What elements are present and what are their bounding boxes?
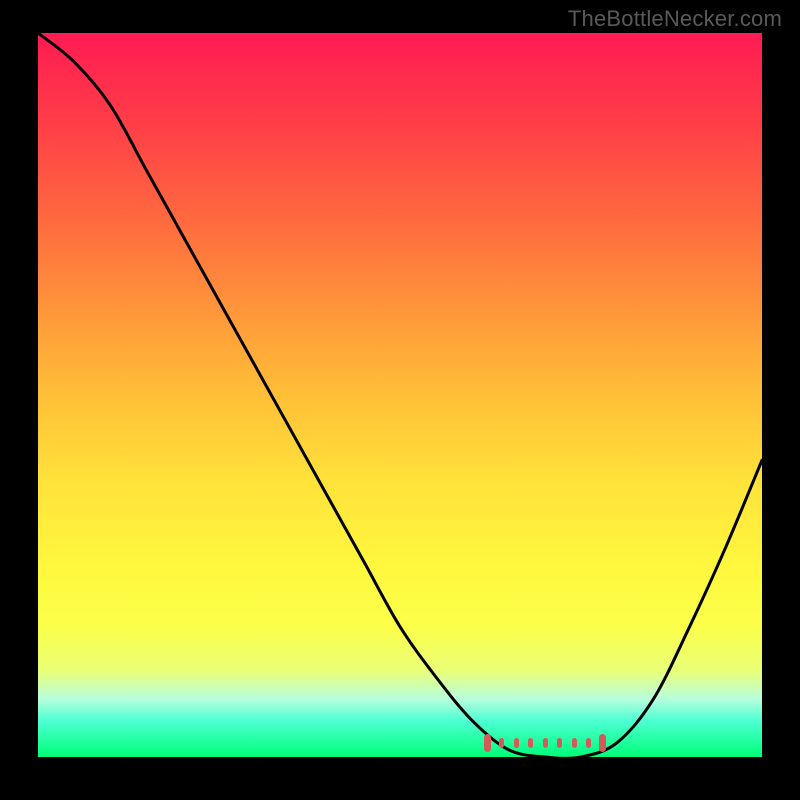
marker-tick (557, 738, 562, 748)
marker-edge (484, 734, 491, 752)
marker-tick (572, 738, 577, 748)
bottleneck-curve (38, 33, 762, 757)
optimal-range-marker (487, 736, 603, 750)
marker-tick (586, 738, 591, 748)
curve-path (38, 33, 762, 757)
marker-edge (599, 734, 606, 752)
chart-container: TheBottleNecker.com (0, 0, 800, 800)
plot-area (38, 33, 762, 757)
marker-tick (499, 738, 504, 748)
marker-tick (514, 738, 519, 748)
marker-tick (543, 738, 548, 748)
watermark-text: TheBottleNecker.com (568, 6, 782, 32)
marker-tick (528, 738, 533, 748)
